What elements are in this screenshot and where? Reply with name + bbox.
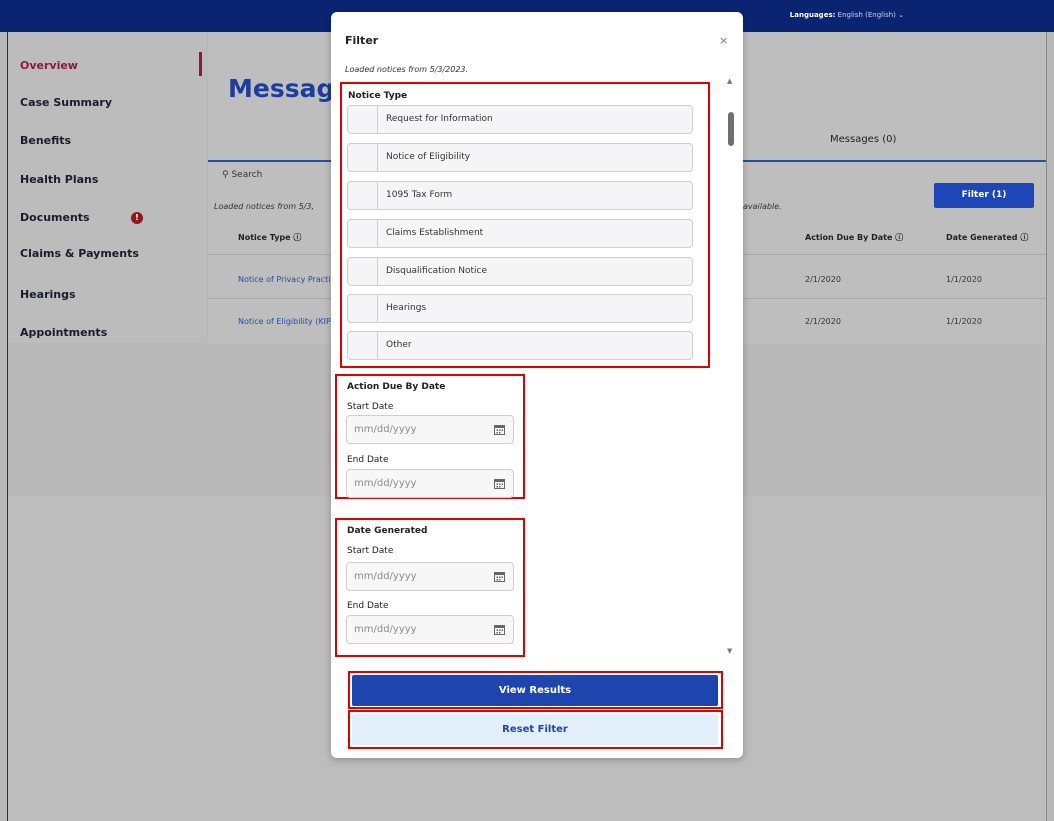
generated-end-date-input[interactable]: mm/dd/yyyy bbox=[346, 615, 514, 644]
close-icon[interactable]: × bbox=[719, 34, 728, 47]
notice-option-disqualification[interactable]: Disqualification Notice bbox=[347, 257, 693, 286]
table-cell-action-due: 2/1/2020 bbox=[805, 317, 841, 326]
date-generated-label: Date Generated bbox=[347, 526, 428, 536]
documents-alert-badge: ! bbox=[131, 212, 143, 224]
notice-option-label: 1095 Tax Form bbox=[386, 190, 453, 200]
active-indicator bbox=[199, 52, 202, 76]
filter-button[interactable]: Filter (1) bbox=[934, 183, 1034, 208]
notice-checkbox[interactable] bbox=[348, 182, 378, 209]
column-label: Notice Type bbox=[238, 233, 291, 242]
calendar-icon[interactable] bbox=[494, 478, 505, 489]
notice-option-label: Notice of Eligibility bbox=[386, 152, 471, 162]
column-header-date-generated[interactable]: Date Generated ⓘ bbox=[946, 232, 1028, 243]
date-placeholder: mm/dd/yyyy bbox=[354, 624, 417, 635]
language-label: Languages: bbox=[789, 11, 836, 19]
action-start-date-input[interactable]: mm/dd/yyyy bbox=[346, 415, 514, 444]
notice-option-label: Other bbox=[386, 340, 412, 350]
table-cell-notice[interactable]: Notice of Privacy Practi bbox=[238, 275, 331, 284]
table-cell-action-due: 2/1/2020 bbox=[805, 275, 841, 284]
notice-option-label: Request for Information bbox=[386, 114, 493, 124]
calendar-icon[interactable] bbox=[494, 571, 505, 582]
notice-checkbox[interactable] bbox=[348, 106, 378, 133]
notice-option-other[interactable]: Other bbox=[347, 331, 693, 360]
notice-checkbox[interactable] bbox=[348, 332, 378, 359]
date-placeholder: mm/dd/yyyy bbox=[354, 424, 417, 435]
filter-modal: Filter × Loaded notices from 5/3/2023. ▲… bbox=[331, 12, 743, 758]
loaded-notices-text: Loaded notices from 5/3, bbox=[214, 202, 314, 211]
view-results-button[interactable]: View Results bbox=[352, 675, 718, 706]
generated-end-date-label: End Date bbox=[347, 601, 389, 611]
table-cell-notice[interactable]: Notice of Eligibility (KIP- bbox=[238, 317, 334, 326]
column-header-notice-type[interactable]: Notice Type ⓘ bbox=[238, 232, 301, 243]
reset-filter-button[interactable]: Reset Filter bbox=[352, 714, 718, 745]
info-icon: ⓘ bbox=[1020, 233, 1029, 242]
action-end-date-label: End Date bbox=[347, 455, 389, 465]
notice-type-label: Notice Type bbox=[348, 91, 408, 101]
chevron-down-icon: ⌄ bbox=[898, 11, 904, 19]
date-placeholder: mm/dd/yyyy bbox=[354, 478, 417, 489]
scroll-down-arrow[interactable]: ▼ bbox=[727, 647, 732, 655]
scrollbar-thumb[interactable] bbox=[728, 112, 734, 146]
search-icon: ⚲ bbox=[222, 170, 229, 180]
sidebar-item-case-summary[interactable]: Case Summary bbox=[20, 96, 112, 109]
scroll-up-arrow[interactable]: ▲ bbox=[727, 77, 732, 85]
notice-option-eligibility[interactable]: Notice of Eligibility bbox=[347, 143, 693, 172]
notice-option-label: Claims Establishment bbox=[386, 228, 484, 238]
generated-start-date-label: Start Date bbox=[347, 546, 394, 556]
column-label: Date Generated bbox=[946, 233, 1018, 242]
sidebar-item-hearings[interactable]: Hearings bbox=[20, 288, 76, 301]
notice-option-1095-tax-form[interactable]: 1095 Tax Form bbox=[347, 181, 693, 210]
language-selector[interactable]: Languages: English (English) ⌄ bbox=[790, 11, 904, 19]
action-end-date-input[interactable]: mm/dd/yyyy bbox=[346, 469, 514, 498]
action-due-label: Action Due By Date bbox=[347, 382, 446, 392]
sidebar-item-claims-payments[interactable]: Claims & Payments bbox=[20, 247, 139, 260]
sidebar-item-overview[interactable]: Overview bbox=[20, 59, 78, 72]
sidebar-nav: Overview Case Summary Benefits Health Pl… bbox=[8, 32, 206, 342]
frame-border-right bbox=[1046, 32, 1047, 821]
column-label: Action Due By Date bbox=[805, 233, 893, 242]
notice-checkbox[interactable] bbox=[348, 295, 378, 322]
calendar-icon[interactable] bbox=[494, 424, 505, 435]
column-header-action-due[interactable]: Action Due By Date ⓘ bbox=[805, 232, 903, 243]
notice-option-request-info[interactable]: Request for Information bbox=[347, 105, 693, 134]
action-start-date-label: Start Date bbox=[347, 402, 394, 412]
notice-option-claims-establishment[interactable]: Claims Establishment bbox=[347, 219, 693, 248]
table-cell-generated: 1/1/2020 bbox=[946, 275, 982, 284]
tab-messages[interactable]: Messages (0) bbox=[830, 134, 896, 145]
date-placeholder: mm/dd/yyyy bbox=[354, 571, 417, 582]
sidebar-item-benefits[interactable]: Benefits bbox=[20, 134, 71, 147]
language-value: English (English) bbox=[837, 11, 896, 19]
notice-checkbox[interactable] bbox=[348, 220, 378, 247]
calendar-icon[interactable] bbox=[494, 624, 505, 635]
notice-checkbox[interactable] bbox=[348, 258, 378, 285]
sidebar-item-documents[interactable]: Documents bbox=[20, 211, 90, 224]
search-label: Search bbox=[231, 170, 263, 180]
generated-start-date-input[interactable]: mm/dd/yyyy bbox=[346, 562, 514, 591]
sidebar-item-appointments[interactable]: Appointments bbox=[20, 326, 107, 339]
info-icon: ⓘ bbox=[895, 233, 904, 242]
notice-option-label: Disqualification Notice bbox=[386, 266, 488, 276]
search-input[interactable]: ⚲ Search bbox=[222, 170, 262, 180]
page-title: Messag bbox=[228, 74, 335, 103]
notice-checkbox[interactable] bbox=[348, 144, 378, 171]
sidebar-item-health-plans[interactable]: Health Plans bbox=[20, 173, 98, 186]
modal-title: Filter bbox=[345, 34, 379, 47]
notice-option-label: Hearings bbox=[386, 303, 427, 313]
info-icon: ⓘ bbox=[293, 233, 302, 242]
table-cell-generated: 1/1/2020 bbox=[946, 317, 982, 326]
notice-option-hearings[interactable]: Hearings bbox=[347, 294, 693, 323]
available-text: available. bbox=[743, 202, 782, 211]
modal-loaded-text: Loaded notices from 5/3/2023. bbox=[345, 65, 469, 74]
